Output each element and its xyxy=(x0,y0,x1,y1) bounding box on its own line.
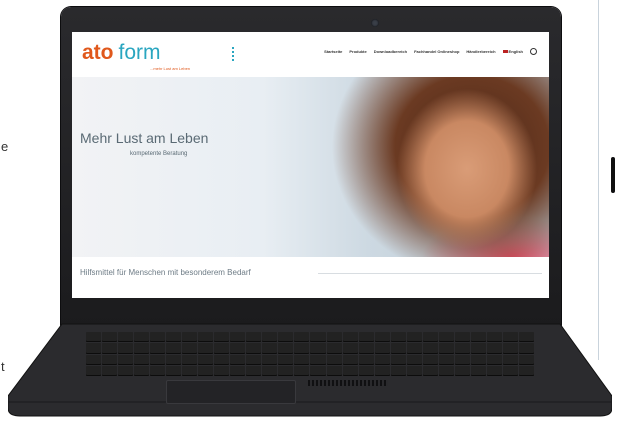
logo-word-form: form xyxy=(118,41,161,64)
touchpad[interactable] xyxy=(166,380,296,404)
page-divider xyxy=(598,0,599,360)
nav-item-onlineshop[interactable]: Fachhandel Onlineshop xyxy=(414,49,459,54)
laptop-screen: ato form ...mehr Lust am Leben Startseite… xyxy=(72,32,549,298)
nav-item-haendlerbereich[interactable]: Händlerbereich xyxy=(466,49,495,54)
footer-divider xyxy=(318,273,542,274)
footer-heading: Hilfsmittel für Menschen mit besonderem … xyxy=(80,268,251,277)
language-label: English xyxy=(508,49,523,54)
logo-word-ato: ato xyxy=(82,41,114,64)
lid-bumper xyxy=(611,157,615,193)
site-footer-strip: Hilfsmittel für Menschen mit besonderem … xyxy=(72,257,549,298)
nav-item-produkte[interactable]: Produkte xyxy=(349,49,366,54)
hero-subtitle: kompetente Beratung xyxy=(130,151,188,157)
hero-banner: Mehr Lust am Leben kompetente Beratung xyxy=(72,77,549,257)
nav-item-startseite[interactable]: Startseite xyxy=(324,49,342,54)
logo-tagline: ...mehr Lust am Leben xyxy=(150,66,191,71)
search-icon[interactable] xyxy=(530,48,537,55)
page-edge-text: e xyxy=(1,139,9,154)
hero-title: Mehr Lust am Leben xyxy=(80,130,209,146)
page-edge-text: t xyxy=(1,359,5,374)
nav-item-downloadbereich[interactable]: Downloadbereich xyxy=(374,49,407,54)
main-nav: Startseite Produkte Downloadbereich Fach… xyxy=(324,48,537,55)
uk-flag-icon xyxy=(502,50,508,54)
site-header: ato form ...mehr Lust am Leben Startseite… xyxy=(72,32,549,77)
language-switch[interactable]: English xyxy=(502,49,523,54)
keyboard xyxy=(86,332,534,376)
laptop-base xyxy=(8,322,612,418)
site-logo[interactable]: ato form xyxy=(82,42,161,64)
speaker-grille xyxy=(308,380,388,386)
logo-dots-icon xyxy=(232,47,234,61)
webcam-icon xyxy=(371,19,379,27)
